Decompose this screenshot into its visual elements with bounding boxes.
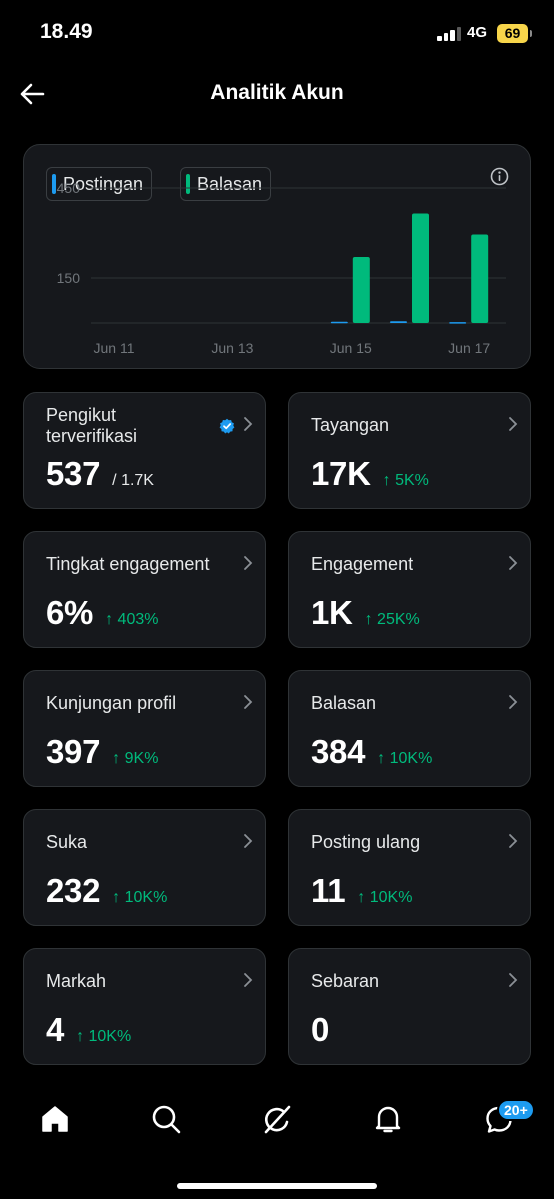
chevron-right-icon (509, 973, 518, 987)
network-type: 4G (467, 24, 488, 41)
stat-card-engagement-rate[interactable]: Tingkat engagement 6% ↑ 403% (23, 531, 266, 648)
stat-row: 1K ↑ 25K% (311, 594, 420, 632)
nav-search[interactable] (146, 1099, 186, 1139)
bar-postingan (330, 321, 348, 324)
chevron-right-icon (509, 556, 518, 570)
stat-card-shares[interactable]: Sebaran 0 (288, 948, 531, 1065)
stat-card-likes[interactable]: Suka 232 ↑ 10K% (23, 809, 266, 926)
bottom-nav (0, 1085, 554, 1155)
stat-value: 232 (46, 872, 101, 909)
stat-label: Sebaran (311, 971, 380, 991)
stat-label: Pengikut terverifikasi (46, 405, 137, 447)
stat-card-profile-visits[interactable]: Kunjungan profil 397 ↑ 9K% (23, 670, 266, 787)
bell-icon (375, 1106, 401, 1133)
battery-level: 69 (504, 25, 521, 41)
stat-card-verified-followers[interactable]: Pengikut terverifikasi 537 / 1.7K (23, 392, 266, 509)
nav-grok[interactable] (257, 1099, 297, 1139)
search-icon (152, 1105, 181, 1134)
stat-value: 11 (311, 872, 346, 909)
stat-value: 397 (46, 733, 101, 770)
stat-row: 0 (311, 1011, 329, 1049)
stat-card-reposts[interactable]: Posting ulang 11 ↑ 10K% (288, 809, 531, 926)
chevron-right-icon (244, 695, 253, 709)
x-tick-label: Jun 11 (94, 340, 135, 356)
stat-change: ↑ 403% (105, 611, 159, 628)
chevron-right-icon (244, 973, 253, 987)
bar-chart: 450 150 Jun 11 Jun 13 Jun 15 Jun 17 (57, 180, 506, 356)
chevron-right-icon (509, 417, 518, 431)
stat-row: 397 ↑ 9K% (46, 733, 158, 771)
stat-row: 537 / 1.7K (46, 455, 154, 493)
stat-change: ↑ 5K% (382, 472, 429, 489)
stat-change: ↑ 10K% (377, 750, 433, 767)
stat-label: Engagement (311, 554, 414, 574)
status-bar: 18.49 4G 69 (0, 0, 554, 66)
y-tick-label: 150 (57, 270, 81, 286)
bar-balasan (352, 257, 370, 323)
stat-label: Suka (46, 832, 88, 852)
stat-value: 384 (311, 733, 366, 770)
stat-label-line: terverifikasi (46, 426, 138, 446)
stat-card-impressions[interactable]: Tayangan 17K ↑ 5K% (288, 392, 531, 509)
stat-label: Posting ulang (311, 832, 421, 852)
stat-value: 4 (46, 1011, 65, 1048)
stat-value: 1K (311, 594, 353, 631)
signal-icon (437, 27, 462, 41)
stat-change: ↑ 9K% (112, 750, 159, 767)
battery-icon: 69 (497, 24, 532, 43)
stat-card-replies[interactable]: Balasan 384 ↑ 10K% (288, 670, 531, 787)
stat-change: ↑ 10K% (112, 889, 168, 906)
chevron-right-icon (244, 556, 253, 570)
stat-row: 17K ↑ 5K% (311, 455, 429, 493)
stat-value: 17K (311, 455, 371, 492)
stat-label: Kunjungan profil (46, 693, 177, 713)
page-title: Analitik Akun (210, 81, 344, 104)
stat-row: 232 ↑ 10K% (46, 872, 167, 910)
stat-change: ↑ 25K% (364, 611, 420, 628)
bar-postingan (449, 322, 467, 324)
stat-change: ↑ 10K% (357, 889, 413, 906)
stat-label: Markah (46, 971, 107, 991)
stat-label: Tayangan (311, 415, 390, 435)
stat-row: 6% ↑ 403% (46, 594, 158, 632)
stat-label: Tingkat engagement (46, 554, 210, 574)
stat-card-bookmarks[interactable]: Markah 4 ↑ 10K% (23, 948, 266, 1065)
chevron-right-icon (244, 834, 253, 848)
grok-icon (264, 1105, 291, 1134)
stat-change: ↑ 10K% (76, 1028, 132, 1045)
chevron-right-icon (244, 417, 253, 431)
home-indicator (177, 1183, 377, 1189)
chart-card: Postingan Balasan 450 150 Jun 11 Jun 13 Jun … (23, 144, 531, 369)
stat-row: 4 ↑ 10K% (46, 1011, 131, 1049)
bar-balasan (412, 213, 429, 323)
status-time: 18.49 (40, 20, 93, 43)
stat-label: Balasan (311, 693, 377, 713)
x-tick-label: Jun 13 (211, 340, 253, 356)
stat-card-engagement[interactable]: Engagement 1K ↑ 25K% (288, 531, 531, 648)
stat-value: 0 (311, 1011, 330, 1048)
y-tick-label: 450 (57, 180, 81, 196)
messages-badge: 20+ (497, 1099, 535, 1121)
bar-balasan (471, 234, 489, 323)
chevron-right-icon (509, 695, 518, 709)
verified-check-icon (219, 418, 235, 434)
chevron-right-icon (509, 834, 518, 848)
x-tick-label: Jun 15 (330, 340, 372, 356)
bar-postingan (390, 321, 407, 323)
x-tick-label: Jun 17 (448, 340, 490, 356)
stat-value: 6% (46, 594, 94, 631)
stat-total: / 1.7K (112, 472, 154, 489)
home-icon (42, 1106, 68, 1132)
nav-notifications[interactable] (368, 1099, 408, 1139)
stat-row: 384 ↑ 10K% (311, 733, 432, 771)
stat-value: 537 (46, 455, 101, 492)
nav-home[interactable] (35, 1099, 75, 1139)
stat-label-line: Pengikut (46, 405, 117, 425)
stat-row: 11 ↑ 10K% (311, 872, 412, 910)
